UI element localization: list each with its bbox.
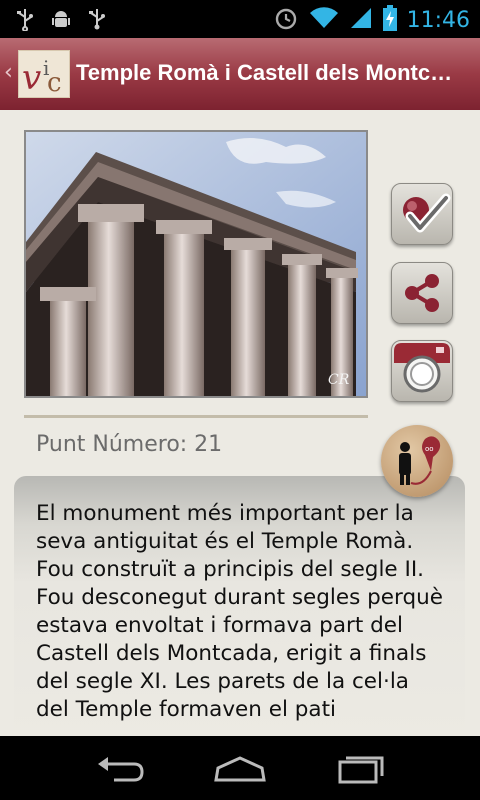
wifi-icon — [309, 6, 339, 34]
description-text: El monument més important per la seva an… — [36, 501, 443, 722]
camera-icon — [394, 343, 450, 393]
mark-visited-button[interactable] — [391, 183, 453, 245]
battery-charging-icon — [382, 5, 397, 35]
map-directions-icon: oo — [399, 436, 441, 485]
svg-text:oo: oo — [425, 445, 434, 453]
share-button[interactable] — [391, 262, 453, 324]
content-area: CR Punt Número: 21 El monument més impor… — [0, 110, 480, 736]
usb-icon — [86, 7, 108, 31]
svg-text:v: v — [22, 58, 41, 97]
point-number: Punt Número: 21 — [36, 432, 223, 457]
chevron-left-icon[interactable]: ‹ — [4, 60, 13, 85]
notification-icons — [14, 7, 108, 32]
home-icon[interactable] — [210, 750, 270, 790]
back-icon[interactable] — [90, 750, 150, 790]
share-icon — [405, 274, 439, 312]
divider — [24, 415, 368, 418]
photo-signature: CR — [328, 372, 350, 388]
alarm-icon — [273, 5, 299, 35]
usb-icon — [14, 7, 36, 32]
navigation-bar — [0, 736, 480, 800]
system-icons: 11:46 — [273, 5, 470, 35]
check-visited-icon — [403, 193, 451, 233]
android-debug-icon — [50, 7, 72, 31]
recent-apps-icon[interactable] — [330, 750, 390, 790]
directions-button[interactable]: oo — [381, 425, 453, 497]
app-logo[interactable]: v i c — [18, 50, 70, 98]
svg-text:c: c — [47, 68, 62, 97]
signal-icon — [349, 6, 373, 34]
page-title: Temple Romà i Castell dels Montcada — [76, 60, 456, 85]
clock: 11:46 — [406, 7, 470, 33]
camera-button[interactable] — [391, 340, 453, 402]
action-bar: ‹ v i c Temple Romà i Castell dels Montc… — [0, 38, 480, 110]
monument-photo[interactable]: CR — [24, 130, 368, 398]
status-bar: 11:46 — [0, 0, 480, 38]
